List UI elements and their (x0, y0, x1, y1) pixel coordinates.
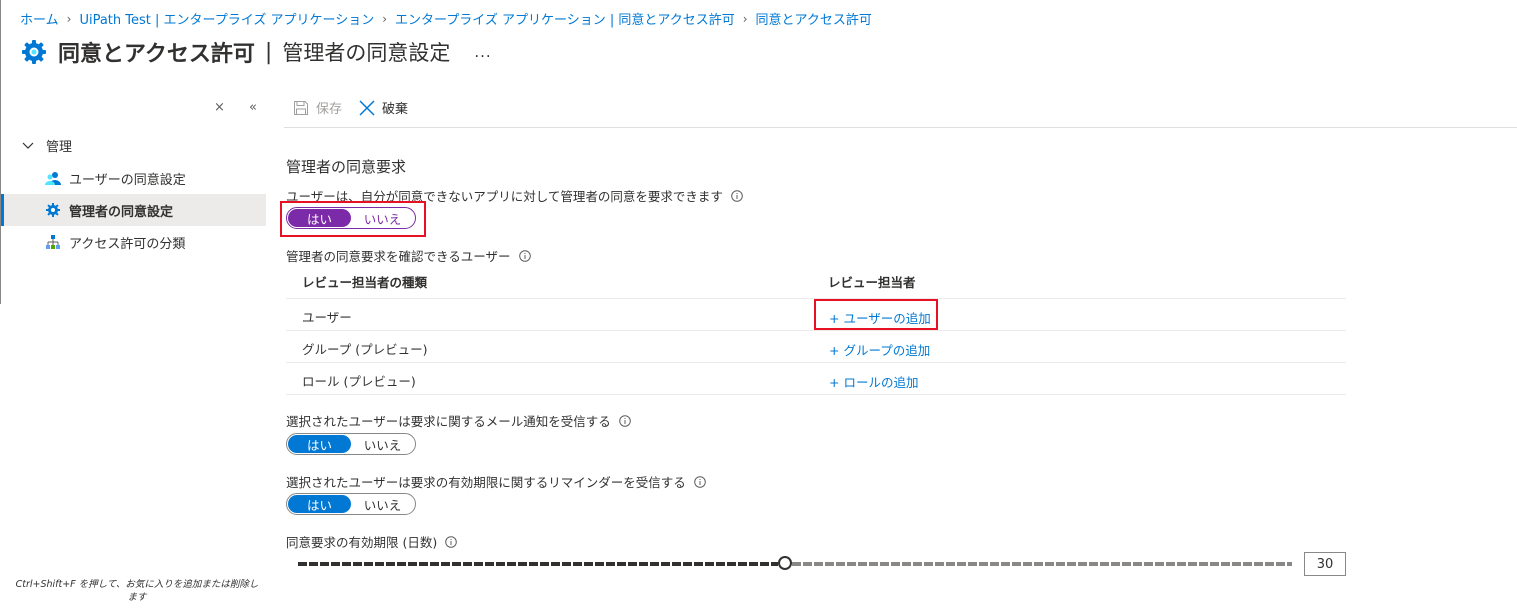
reviewers-label: 管理者の同意要求を確認できるユーザー (286, 246, 531, 265)
discard-label: 破棄 (382, 102, 409, 117)
toggle-no[interactable]: いいえ (351, 495, 414, 513)
command-bar-divider (284, 127, 1517, 128)
gear-icon (20, 38, 48, 66)
reminder-text: 選択されたユーザーは要求の有効期限に関するリマインダーを受信する (286, 475, 686, 490)
toggle-yes[interactable]: はい (288, 435, 351, 453)
slider-filled-track (298, 562, 778, 566)
sidebar-item-admin-consent[interactable]: 管理者の同意設定 (1, 194, 266, 226)
expiry-label: 同意要求の有効期限 (日数) (286, 532, 458, 551)
sidebar-item-label: アクセス許可の分類 (69, 236, 186, 252)
breadcrumb-enterprise-apps[interactable]: UiPath Test | エンタープライズ アプリケーション (79, 9, 374, 28)
breadcrumb-consent-permissions[interactable]: エンタープライズ アプリケーション | 同意とアクセス許可 (395, 9, 735, 28)
reviewers-text: 管理者の同意要求を確認できるユーザー (286, 249, 511, 264)
save-icon (293, 100, 309, 116)
toggle-yes[interactable]: はい (288, 495, 351, 513)
add-role-link[interactable]: + ロールの追加 (829, 372, 918, 391)
table-divider (286, 330, 1346, 331)
add-group-link[interactable]: + グループの追加 (829, 340, 930, 359)
toggle-no[interactable]: いいえ (351, 435, 414, 453)
breadcrumb-home[interactable]: ホーム (20, 9, 59, 28)
info-icon[interactable] (693, 475, 706, 488)
sidebar-section-label: 管理 (46, 140, 73, 155)
slider-remaining-track (792, 562, 1292, 566)
more-options-button[interactable]: ... (474, 43, 491, 61)
sidebar-section-manage[interactable]: 管理 (22, 136, 72, 155)
table-header-reviewer: レビュー担当者 (828, 275, 916, 290)
reminder-toggle[interactable]: はい いいえ (286, 493, 416, 515)
discard-button[interactable]: 破棄 (359, 98, 408, 117)
expiry-slider[interactable] (298, 556, 1292, 570)
info-icon[interactable] (445, 535, 458, 548)
table-row-type: グループ (プレビュー) (302, 342, 428, 357)
email-notification-text: 選択されたユーザーは要求に関するメール通知を受信する (286, 414, 611, 429)
reminder-label: 選択されたユーザーは要求の有効期限に関するリマインダーを受信する (286, 472, 706, 491)
close-icon[interactable]: × (214, 100, 225, 115)
table-divider (286, 362, 1346, 363)
save-button[interactable]: 保存 (293, 98, 342, 117)
sidebar-item-label: 管理者の同意設定 (69, 204, 174, 220)
expiry-value-input[interactable]: 30 (1304, 552, 1346, 576)
collapse-sidebar-icon[interactable]: « (249, 100, 257, 115)
email-notification-label: 選択されたユーザーは要求に関するメール通知を受信する (286, 411, 631, 430)
toggle-yes[interactable]: はい (288, 209, 351, 227)
sidebar-item-user-consent[interactable]: ユーザーの同意設定 (1, 162, 266, 194)
add-user-link[interactable]: + ユーザーの追加 (829, 308, 931, 327)
gear-icon (45, 202, 61, 218)
sidebar-footer-hint: Ctrl+Shift+F を押して、お気に入りを追加または削除します (15, 579, 259, 603)
breadcrumb-separator: › (382, 11, 388, 26)
sidebar-item-label: ユーザーの同意設定 (69, 172, 186, 188)
toggle-no[interactable]: いいえ (351, 209, 414, 227)
info-icon[interactable] (618, 414, 631, 427)
page-subtitle: 管理者の同意設定 (282, 41, 451, 65)
slider-thumb[interactable] (778, 556, 792, 570)
table-header-reviewer-type: レビュー担当者の種類 (302, 275, 428, 290)
table-divider (286, 394, 1346, 395)
table-row-type: ユーザー (302, 310, 352, 325)
close-icon (359, 99, 375, 116)
breadcrumb: ホーム › UiPath Test | エンタープライズ アプリケーション › … (20, 9, 872, 29)
save-label: 保存 (316, 102, 343, 117)
section-title: 管理者の同意要求 (286, 158, 407, 176)
request-consent-toggle[interactable]: はい いいえ (286, 207, 416, 229)
info-icon[interactable] (731, 189, 743, 202)
info-icon[interactable] (518, 249, 531, 262)
table-row-type: ロール (プレビュー) (302, 374, 416, 389)
breadcrumb-current[interactable]: 同意とアクセス許可 (756, 9, 872, 28)
hierarchy-icon (45, 234, 61, 250)
chevron-down-icon (22, 139, 34, 153)
title-divider: | (264, 39, 273, 65)
sidebar-item-permission-classifications[interactable]: アクセス許可の分類 (1, 226, 266, 258)
page-header: 同意とアクセス許可 | 管理者の同意設定 ... (20, 36, 492, 68)
page-title: 同意とアクセス許可 (58, 42, 255, 67)
users-icon (45, 170, 61, 186)
expiry-text: 同意要求の有効期限 (日数) (286, 535, 438, 550)
breadcrumb-separator: › (66, 11, 72, 26)
breadcrumb-separator: › (742, 11, 748, 26)
window-border (0, 0, 1, 304)
email-notification-toggle[interactable]: はい いいえ (286, 433, 416, 455)
